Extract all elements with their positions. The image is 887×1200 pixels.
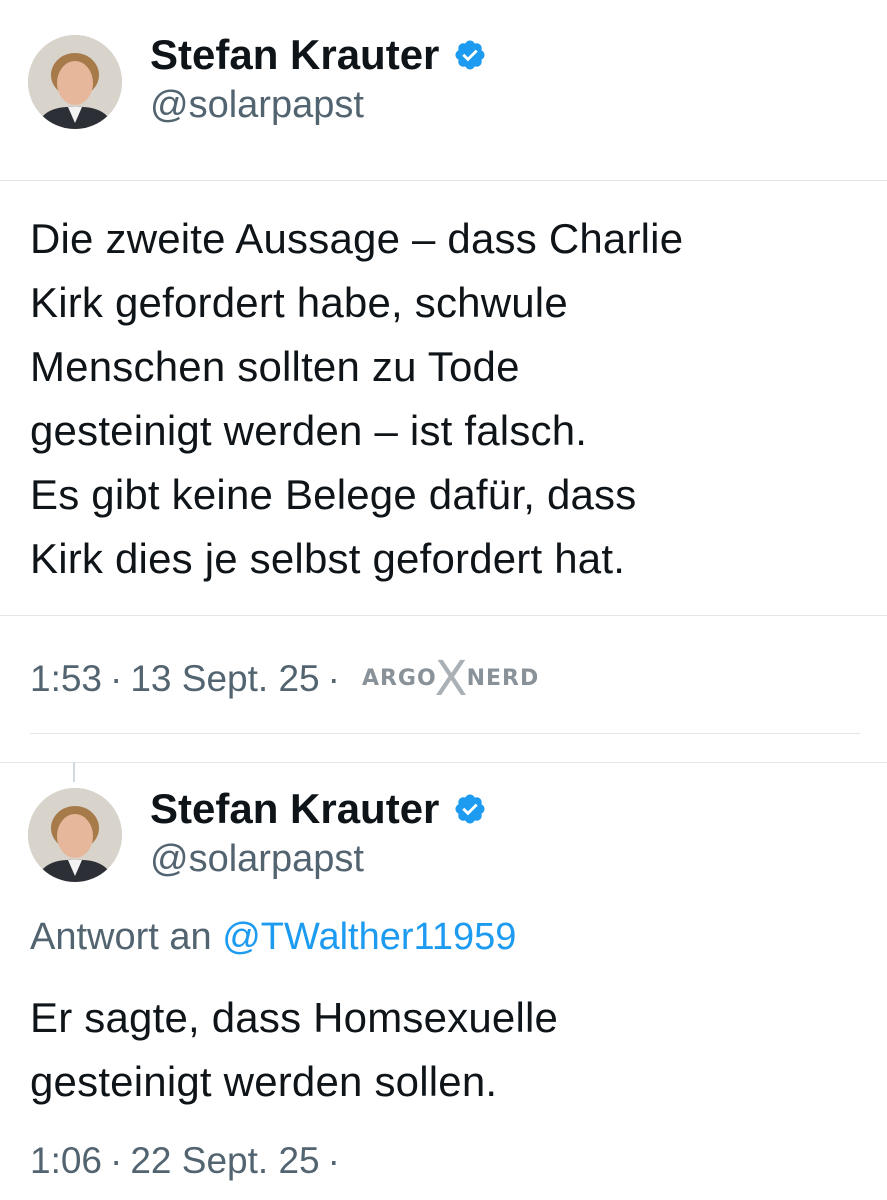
avatar-photo (28, 788, 122, 882)
reply-context: Antwort an @TWalther11959 (30, 914, 516, 960)
thread-connector-line (73, 762, 75, 782)
avatar-photo (28, 35, 122, 129)
reply-to-link[interactable]: @TWalther11959 (222, 916, 516, 958)
tweet-text: Die zweite Aussage – dass Charlie Kirk g… (30, 215, 684, 582)
tweet-timestamp[interactable]: 1:53 · 13 Sept. 25 · ARGO X NERD (30, 651, 540, 707)
tweet-text: Er sagte, dass Homsexuelle gesteinigt we… (30, 994, 559, 1105)
divider (0, 180, 887, 181)
meta-separator: · (110, 658, 123, 699)
verified-badge-icon (455, 40, 485, 70)
avatar[interactable] (28, 788, 122, 882)
author-name-row: Stefan Krauter (150, 784, 487, 834)
watermark-left: ARGO (361, 666, 437, 691)
tweet-date: 13 Sept. 25 (130, 658, 320, 699)
avatar[interactable] (28, 35, 122, 129)
watermark-logo: ARGO X NERD (361, 651, 540, 707)
divider (0, 615, 887, 616)
watermark-x: X (434, 651, 469, 707)
tweet-date: 22 Sept. 25 (130, 1140, 320, 1181)
verified-badge-icon (455, 794, 485, 824)
handle[interactable]: @solarpapst (150, 82, 364, 128)
author-name-row: Stefan Krauter (150, 30, 487, 80)
tweet-time: 1:06 (30, 1140, 103, 1181)
meta-separator: · (110, 1140, 123, 1181)
watermark-right: NERD (466, 666, 540, 691)
tweet-timestamp[interactable]: 1:06 · 22 Sept. 25 · (30, 1138, 340, 1184)
divider (30, 733, 860, 734)
meta-separator: · (327, 1140, 340, 1181)
meta-separator: · (327, 658, 340, 699)
divider (0, 762, 887, 763)
tweet-time: 1:53 (30, 658, 103, 699)
display-name[interactable]: Stefan Krauter (150, 30, 439, 80)
display-name[interactable]: Stefan Krauter (150, 784, 439, 834)
handle[interactable]: @solarpapst (150, 836, 364, 882)
reply-prefix: Antwort an (30, 916, 212, 958)
